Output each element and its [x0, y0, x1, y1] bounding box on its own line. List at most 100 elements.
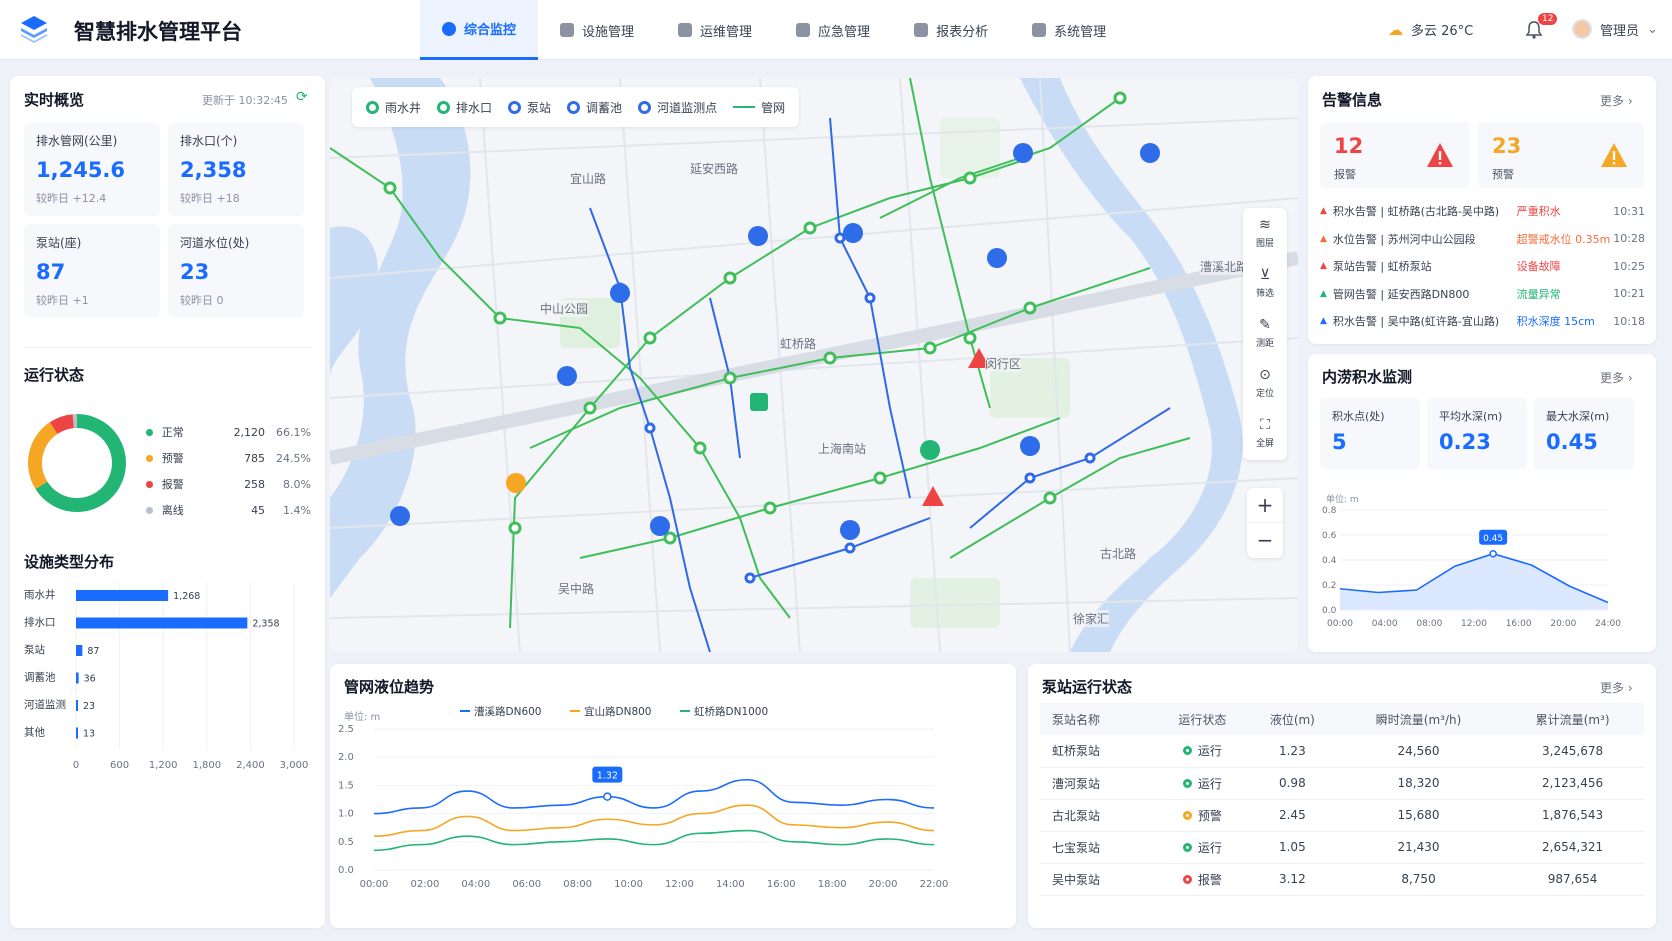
- data-point: [1489, 550, 1497, 558]
- pump-flow: 21,430: [1335, 831, 1502, 864]
- x-tick-label: 06:00: [512, 879, 541, 890]
- waterlog-card-value: 0.45: [1546, 430, 1598, 454]
- alarm-more-link[interactable]: 更多 ›: [1600, 92, 1633, 109]
- table-row[interactable]: 漕河泵站 运行 0.98 18,320 2,123,456: [1040, 767, 1644, 800]
- table-row[interactable]: 虹桥泵站 运行 1.23 24,560 3,245,678: [1040, 735, 1644, 768]
- x-tick-label: 3,000: [280, 760, 309, 771]
- pump-more-link[interactable]: 更多 ›: [1600, 679, 1633, 696]
- alarm-row[interactable]: ▲ 管网告警 | 延安西路DN800 流量异常 10:21: [1320, 286, 1645, 302]
- legend-item[interactable]: 河道监测点: [638, 99, 717, 116]
- x-tick-label: 16:00: [767, 879, 796, 890]
- nav-item-2[interactable]: 运维管理: [656, 0, 774, 60]
- map-tool-button[interactable]: ⊙ 定位: [1243, 358, 1287, 408]
- user-menu[interactable]: 管理员 ⌄: [1572, 19, 1658, 39]
- x-tick-label: 0: [73, 760, 79, 771]
- legend-item[interactable]: 雨水井: [366, 99, 421, 116]
- kpi-delta: 较昨日 +18: [180, 192, 240, 205]
- table-row[interactable]: 七宝泵站 运行 1.05 21,430 2,654,321: [1040, 831, 1644, 864]
- pump-status: 运行: [1156, 767, 1249, 800]
- status-legend-row: 预警 785 24.5%: [146, 450, 311, 466]
- alarm-row[interactable]: ▲ 积水告警 | 吴中路(虹许路-宜山路) 积水深度 15cm 10:18: [1320, 313, 1645, 329]
- trend-series-line: [373, 804, 935, 837]
- tool-label: 图层: [1255, 239, 1274, 249]
- pump-flow: 8,750: [1335, 863, 1502, 896]
- map-road-label: 宜山路: [570, 170, 607, 187]
- status-count: 2,120: [233, 425, 266, 439]
- map-view[interactable]: [330, 78, 1298, 652]
- map-tool-button[interactable]: ≋ 图层: [1243, 208, 1287, 258]
- waterlog-card-label: 最大水深(m): [1546, 410, 1610, 423]
- alarm-row[interactable]: ▲ 积水告警 | 虹桥路(古北路-吴中路) 严重积水 10:31: [1320, 203, 1645, 219]
- pump-name: 七宝泵站: [1040, 831, 1156, 864]
- alarm-text: 积水告警 | 虹桥路(古北路-吴中路): [1332, 205, 1500, 218]
- map-tool-button[interactable]: ✎ 测距: [1243, 308, 1287, 358]
- alarm-tag: 流量异常: [1516, 287, 1561, 301]
- nav-item-0[interactable]: 综合监控: [420, 0, 539, 60]
- alarm-triangle-icon: ▲: [1320, 261, 1327, 271]
- pump-flow: 18,320: [1335, 767, 1502, 800]
- y-tick-label: 2.0: [338, 752, 354, 763]
- alarm-count-label: 报警: [1334, 168, 1356, 181]
- series-legend-label: 虹桥路DN1000: [694, 705, 768, 718]
- series-legend-label: 宜山路DN800: [584, 705, 651, 718]
- status-dot: [146, 428, 153, 436]
- facility-bar: [76, 645, 83, 656]
- map-road-label: 吴中路: [558, 580, 595, 597]
- alarm-row[interactable]: ▲ 水位告警 | 苏州河中山公园段 超警戒水位 0.35m 10:28: [1320, 231, 1645, 247]
- kpi-value: 23: [180, 260, 210, 284]
- map-canvas[interactable]: [330, 78, 1298, 652]
- legend-item[interactable]: 泵站: [508, 99, 551, 116]
- table-row[interactable]: 古北泵站 预警 2.45 15,680 1,876,543: [1040, 799, 1644, 832]
- table-header-cell: 累计流量(m³): [1501, 703, 1644, 735]
- alarm-time: 10:28: [1613, 232, 1645, 245]
- alarm-count-card: 12 报警: [1320, 122, 1470, 188]
- nav-item-4[interactable]: 报表分析: [892, 0, 1010, 60]
- waterlog-title: 内涝积水监测: [1322, 368, 1413, 386]
- nav-item-3[interactable]: 应急管理: [774, 0, 892, 60]
- bar-category-label: 雨水井: [24, 588, 56, 601]
- pump-status: 预警: [1156, 799, 1249, 832]
- pump-status: 运行: [1156, 831, 1249, 864]
- legend-item[interactable]: 管网: [733, 99, 785, 116]
- zoom-in-button[interactable]: +: [1247, 488, 1283, 523]
- nav-icon: [442, 21, 456, 36]
- alarm-tag: 积水深度 15cm: [1516, 315, 1595, 328]
- legend-item[interactable]: 调蓄池: [567, 99, 622, 116]
- pump-status-label: 运行: [1197, 840, 1222, 855]
- nav-icon: [1032, 23, 1047, 37]
- bar-category-label: 泵站: [24, 643, 45, 656]
- alarm-time: 10:31: [1613, 204, 1645, 218]
- y-tick-label: 0.6: [1322, 531, 1337, 541]
- alarm-warning-icon: [1427, 143, 1453, 167]
- overview-title: 实时概览: [24, 91, 85, 109]
- bar-category-label: 河道监测: [24, 698, 66, 711]
- refresh-icon[interactable]: ⟳: [296, 89, 308, 105]
- chevron-down-icon: ⌄: [1647, 21, 1658, 37]
- legend-item[interactable]: 排水口: [437, 99, 492, 116]
- x-tick-label: 20:00: [869, 879, 898, 890]
- kpi-label: 排水口(个): [180, 134, 238, 148]
- status-dot: [146, 480, 153, 488]
- nav-item-5[interactable]: 系统管理: [1010, 0, 1128, 60]
- area-fill: [1340, 553, 1608, 610]
- waterlog-card-value: 5: [1332, 430, 1347, 454]
- tooltip-text: 1.32: [597, 771, 618, 782]
- map-road-label: 闵行区: [985, 355, 1022, 372]
- alarm-title: 告警信息: [1322, 91, 1383, 109]
- map-tool-button[interactable]: ⛶ 全屏: [1243, 408, 1287, 458]
- map-tool-button[interactable]: ⊻ 筛选: [1243, 258, 1287, 308]
- zoom-out-button[interactable]: −: [1247, 523, 1283, 558]
- pump-name: 古北泵站: [1040, 799, 1156, 832]
- pump-table: 泵站名称 运行状态 液位(m) 瞬时流量(m³/h) 累计流量(m³) 虹桥泵站 运行 1.2…: [1040, 703, 1644, 896]
- alarm-row[interactable]: ▲ 泵站告警 | 虹桥泵站 设备故障 10:25: [1320, 258, 1645, 274]
- bar-category-label: 调蓄池: [24, 671, 56, 684]
- bar-value-label: 87: [87, 646, 99, 657]
- pump-level: 1.05: [1248, 831, 1336, 864]
- table-row[interactable]: 吴中泵站 报警 3.12 8,750 987,654: [1040, 863, 1644, 896]
- status-count: 785: [244, 451, 266, 465]
- pump-total: 1,876,543: [1501, 799, 1644, 832]
- x-tick-label: 18:00: [818, 879, 847, 890]
- waterlog-more-link[interactable]: 更多 ›: [1600, 369, 1633, 386]
- bar-value-label: 23: [83, 701, 95, 712]
- nav-item-1[interactable]: 设施管理: [538, 0, 656, 60]
